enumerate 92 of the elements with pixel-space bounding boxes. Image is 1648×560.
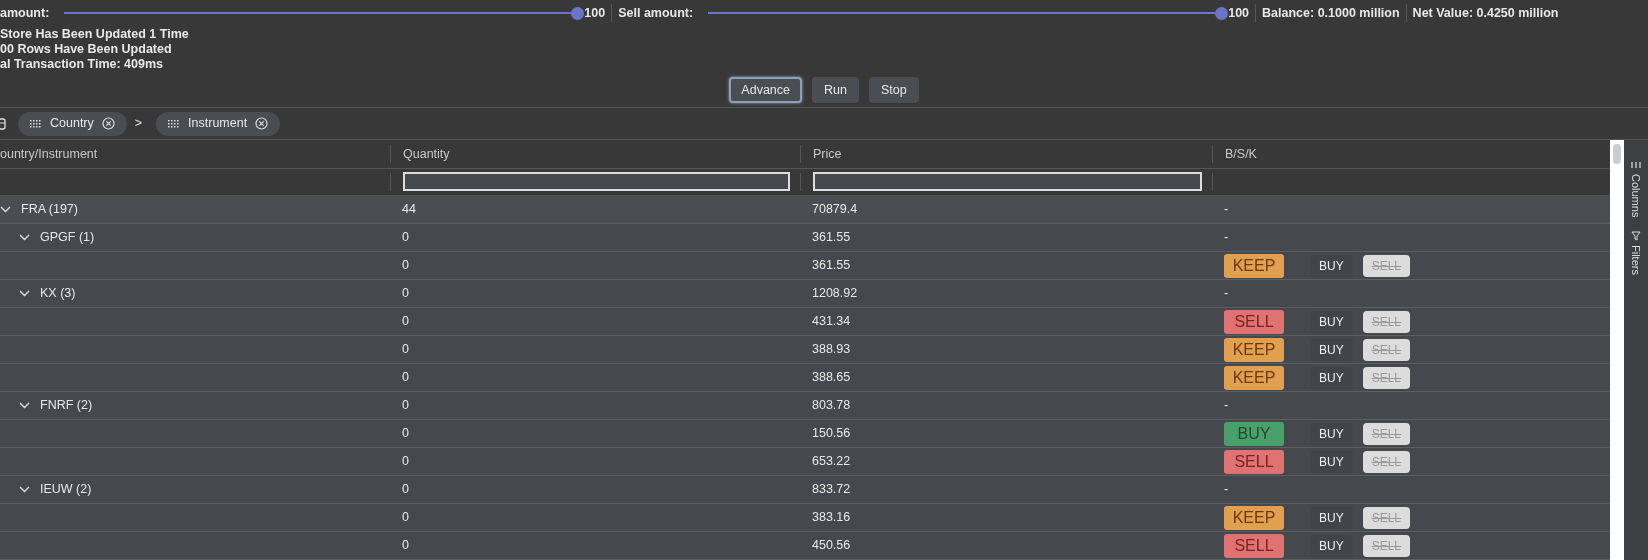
panel-icon[interactable] <box>0 117 6 130</box>
quantity-cell: 0 <box>402 230 409 245</box>
price-cell: 388.93 <box>812 342 851 357</box>
price-cell: 450.56 <box>812 538 851 553</box>
columns-icon <box>1631 160 1641 170</box>
status-line: Store Has Been Updated 1 Time <box>0 27 189 42</box>
quantity-cell: 0 <box>402 258 409 273</box>
column-header[interactable]: Price <box>813 144 842 164</box>
quantity-cell: 0 <box>402 426 409 441</box>
decision-badge: SELL <box>1224 533 1284 558</box>
price-cell: 70879.4 <box>812 202 858 217</box>
status-line: al Transaction Time: 409ms <box>0 57 164 72</box>
trade-button[interactable]: BUY <box>1310 422 1353 445</box>
status-line: 00 Rows Have Been Updated <box>0 42 172 57</box>
chevron-down-icon[interactable] <box>19 290 30 297</box>
price-cell: 833.72 <box>812 482 851 497</box>
close-icon[interactable] <box>255 117 269 130</box>
price-cell: 653.22 <box>812 454 851 469</box>
group-label: FNRF (2) <box>40 397 93 415</box>
quantity-cell: 0 <box>402 286 409 301</box>
group-label: FRA (197) <box>21 201 78 219</box>
quantity-cell: 0 <box>402 510 409 525</box>
toolbar-button[interactable]: Stop <box>868 77 919 103</box>
close-icon[interactable] <box>101 117 115 130</box>
price-cell: 431.34 <box>812 314 851 329</box>
chip-label: Country <box>50 115 94 133</box>
scrollbar[interactable] <box>1610 140 1624 560</box>
trade-button[interactable]: BUY <box>1310 254 1353 277</box>
decision-badge: KEEP <box>1224 337 1284 362</box>
balance-text: Balance: 0.1000 million <box>1262 4 1400 22</box>
chevron-down-icon[interactable] <box>0 206 11 213</box>
column-header[interactable]: ountry/Instrument <box>0 144 98 164</box>
chevron-down-icon[interactable] <box>19 486 30 493</box>
slider-value: 100 <box>1228 4 1250 22</box>
quantity-cell: 0 <box>402 342 409 357</box>
trade-button[interactable]: BUY <box>1310 534 1353 557</box>
trade-button[interactable]: BUY <box>1310 338 1353 361</box>
decision-cell-text: - <box>1224 481 1229 499</box>
trade-button[interactable]: BUY <box>1310 310 1353 333</box>
quantity-cell: 0 <box>402 314 409 329</box>
group-label: IEUW (2) <box>40 481 92 499</box>
filter-field[interactable] <box>813 172 1202 192</box>
chip-label: Instrument <box>188 115 248 133</box>
slider-value: 100 <box>584 4 606 22</box>
side-tab[interactable]: Columns <box>1627 174 1645 218</box>
decision-cell-text: - <box>1224 285 1229 303</box>
chevron-down-icon[interactable] <box>19 402 30 409</box>
quantity-cell: 0 <box>402 398 409 413</box>
side-tab[interactable]: Filters <box>1627 245 1645 276</box>
group-label: KX (3) <box>40 285 76 303</box>
slider-thumb[interactable] <box>570 6 584 20</box>
group-chip[interactable]: Instrument <box>156 111 281 136</box>
decision-cell-text: - <box>1224 397 1229 415</box>
decision-badge: KEEP <box>1224 505 1284 530</box>
price-cell: 803.78 <box>812 398 851 413</box>
column-header[interactable]: Quantity <box>403 144 450 164</box>
decision-badge: SELL <box>1224 449 1284 474</box>
chevron-down-icon[interactable] <box>19 234 30 241</box>
price-cell: 383.16 <box>812 510 851 525</box>
decision-badge: KEEP <box>1224 365 1284 390</box>
decision-cell-text: - <box>1224 229 1229 247</box>
grip-icon[interactable] <box>168 119 181 128</box>
decision-badge: SELL <box>1224 309 1284 334</box>
chevron-separator: > <box>134 115 143 133</box>
quantity-cell: 0 <box>402 370 409 385</box>
trade-button[interactable]: BUY <box>1310 366 1353 389</box>
slider-label: amount: <box>0 4 50 22</box>
price-cell: 1208.92 <box>812 286 858 301</box>
group-label: GPGF (1) <box>40 229 95 247</box>
decision-cell-text: - <box>1224 201 1229 219</box>
filter-icon <box>1631 231 1641 242</box>
quantity-cell: 0 <box>402 538 409 553</box>
quantity-cell: 0 <box>402 454 409 469</box>
trade-button[interactable]: BUY <box>1310 506 1353 529</box>
filter-field[interactable] <box>403 172 790 192</box>
group-chip[interactable]: Country <box>18 111 127 136</box>
price-cell: 361.55 <box>812 230 851 245</box>
slider-label: Sell amount: <box>618 4 694 22</box>
price-cell: 361.55 <box>812 258 851 273</box>
price-cell: 388.65 <box>812 370 851 385</box>
column-header[interactable]: B/S/K <box>1225 144 1257 164</box>
quantity-cell: 0 <box>402 482 409 497</box>
trade-button[interactable]: BUY <box>1310 450 1353 473</box>
grip-icon[interactable] <box>30 119 42 128</box>
quantity-cell: 44 <box>402 202 416 217</box>
price-cell: 150.56 <box>812 426 851 441</box>
toolbar-button[interactable]: Run <box>812 77 859 103</box>
decision-badge: BUY <box>1224 421 1284 446</box>
slider-thumb[interactable] <box>1214 6 1228 20</box>
decision-badge: KEEP <box>1224 253 1284 278</box>
toolbar-button[interactable]: Advance <box>729 77 802 103</box>
net-value-text: Net Value: 0.4250 million <box>1412 4 1559 22</box>
